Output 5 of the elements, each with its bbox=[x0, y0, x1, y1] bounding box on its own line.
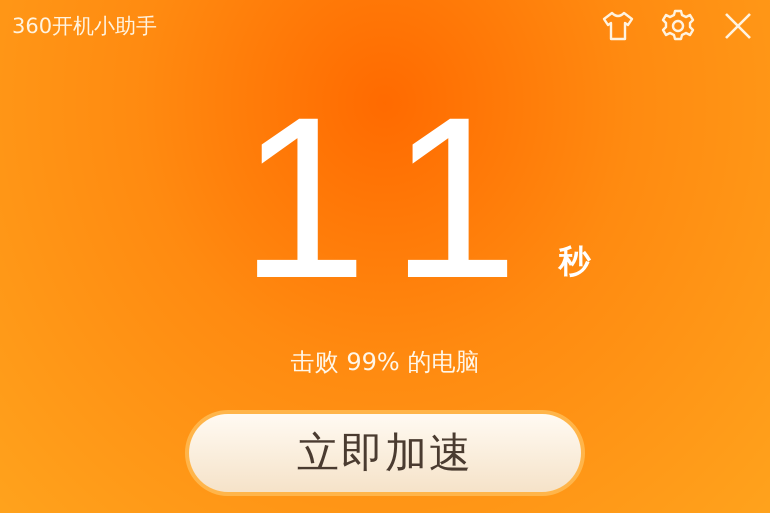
speed-up-button[interactable]: 立即加速 bbox=[185, 410, 585, 496]
boot-time-value: 11 bbox=[240, 108, 558, 288]
ranking-caption: 击败 99% 的电脑 bbox=[290, 347, 480, 378]
window-title: 360开机小助手 bbox=[12, 13, 158, 40]
time-unit: 秒 bbox=[558, 241, 590, 282]
